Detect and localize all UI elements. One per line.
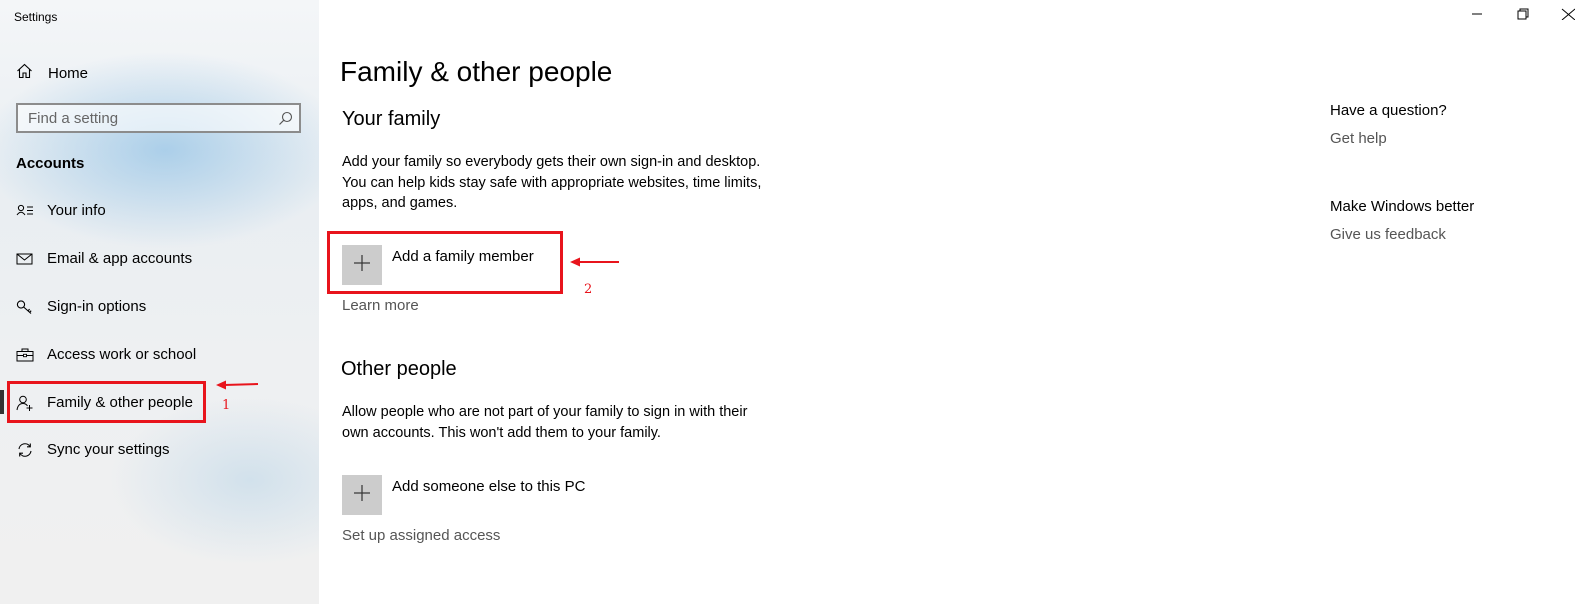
annotation-number-1: 1	[222, 398, 231, 413]
add-someone-else-label[interactable]: Add someone else to this PC	[392, 478, 585, 495]
annotation-arrow-2	[570, 257, 619, 267]
mail-icon	[16, 251, 34, 267]
close-icon	[1561, 7, 1575, 25]
annotation-arrow-1	[216, 380, 259, 390]
restore-button[interactable]	[1500, 0, 1546, 32]
app-title: Settings	[14, 10, 58, 24]
feedback-heading: Make Windows better	[1330, 198, 1475, 215]
sidebar-item-sign-in[interactable]: Sign-in options	[0, 287, 319, 327]
learn-more-link[interactable]: Learn more	[342, 297, 419, 314]
sidebar-item-label: Sign-in options	[47, 298, 147, 315]
family-description: Add your family so everybody gets their …	[342, 152, 802, 214]
other-people-description: Allow people who are not part of your fa…	[342, 402, 802, 443]
family-heading: Your family	[342, 108, 441, 130]
annotation-box-1	[7, 381, 206, 423]
annotation-box-2	[327, 231, 563, 294]
sync-icon	[16, 442, 34, 458]
add-someone-else-button[interactable]	[342, 475, 382, 515]
sidebar-item-your-info[interactable]: Your info	[0, 191, 319, 231]
sidebar-item-label: Access work or school	[47, 346, 197, 363]
home-label: Home	[48, 64, 89, 82]
question-heading: Have a question?	[1330, 102, 1447, 119]
search-box[interactable]	[16, 103, 301, 133]
restore-icon	[1517, 7, 1529, 25]
search-input[interactable]	[18, 105, 268, 131]
page-title: Family & other people	[340, 56, 613, 87]
other-people-heading: Other people	[341, 358, 457, 380]
minimize-icon	[1471, 7, 1483, 25]
close-button[interactable]	[1546, 0, 1575, 32]
plus-icon	[353, 484, 371, 507]
get-help-link[interactable]: Get help	[1330, 130, 1387, 147]
sidebar-item-label: Your info	[47, 202, 106, 219]
home-icon	[16, 63, 33, 84]
search-icon[interactable]	[278, 111, 293, 131]
sidebar-item-sync[interactable]: Sync your settings	[0, 430, 319, 470]
family-description-line: apps, and games.	[342, 195, 458, 211]
key-icon	[16, 299, 34, 315]
briefcase-icon	[16, 347, 34, 363]
sidebar-item-email-accounts[interactable]: Email & app accounts	[0, 239, 319, 279]
sidebar: Settings Home Accounts Your info Email &…	[0, 0, 319, 604]
other-description-line: Allow people who are not part of your fa…	[342, 404, 748, 420]
family-description-line: Add your family so everybody gets their …	[342, 154, 761, 170]
sidebar-item-label: Sync your settings	[47, 441, 170, 458]
assigned-access-link[interactable]: Set up assigned access	[342, 527, 500, 544]
other-description-line: own accounts. This won't add them to you…	[342, 424, 661, 441]
feedback-link[interactable]: Give us feedback	[1330, 226, 1446, 243]
family-description-line: You can help kids stay safe with appropr…	[342, 174, 762, 191]
sidebar-item-work-school[interactable]: Access work or school	[0, 335, 319, 375]
section-title: Accounts	[16, 155, 85, 172]
contact-card-icon	[16, 203, 34, 219]
sidebar-item-label: Email & app accounts	[47, 250, 193, 267]
home-link[interactable]: Home	[16, 62, 88, 84]
annotation-number-2: 2	[584, 282, 593, 297]
minimize-button[interactable]	[1454, 0, 1500, 32]
